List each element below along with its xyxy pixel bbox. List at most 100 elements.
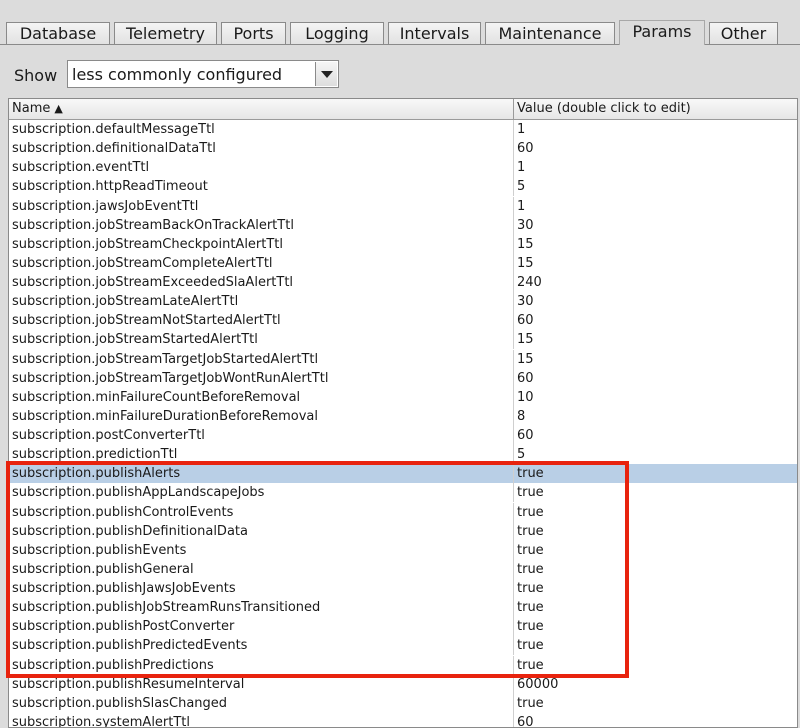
param-value-cell[interactable]: 15 (514, 350, 797, 369)
param-value-cell[interactable]: 15 (514, 330, 797, 349)
param-name-cell: subscription.publishJawsJobEvents (9, 579, 514, 598)
column-header-value[interactable]: Value (double click to edit) (514, 99, 797, 119)
param-name-cell: subscription.publishControlEvents (9, 502, 514, 522)
param-value-cell[interactable]: 1 (514, 120, 797, 139)
param-name-cell: subscription.jobStreamExceededSlaAlertTt… (9, 273, 514, 292)
dropdown-arrow-button[interactable] (315, 62, 337, 86)
param-name-cell: subscription.jobStreamCheckpointAlertTtl (9, 234, 514, 254)
param-value-cell[interactable]: 240 (514, 273, 797, 292)
tab-maintenance[interactable]: Maintenance (485, 22, 615, 44)
column-header-name-label: Name (12, 101, 51, 116)
param-value-cell[interactable]: 15 (514, 235, 797, 254)
param-name-cell: subscription.jobStreamNotStartedAlertTtl (9, 311, 514, 331)
table-row[interactable]: subscription.minFailureCountBeforeRemova… (9, 387, 797, 407)
table-row[interactable]: subscription.jobStreamCompleteAlertTtl 15 (9, 253, 797, 273)
table-row[interactable]: subscription.jobStreamLateAlertTtl 30 (9, 292, 797, 312)
table-row[interactable]: subscription.publishEvents true (9, 540, 797, 560)
param-value-cell[interactable]: 30 (514, 216, 797, 235)
param-value-cell[interactable]: true (514, 483, 797, 502)
table-row[interactable]: subscription.jobStreamTargetJobWontRunAl… (9, 368, 797, 388)
table-row[interactable]: subscription.publishDefinitionalData true (9, 521, 797, 541)
table-row[interactable]: subscription.jobStreamExceededSlaAlertTt… (9, 273, 797, 292)
table-row[interactable]: subscription.jobStreamNotStartedAlertTtl… (9, 311, 797, 331)
table-row[interactable]: subscription.jawsJobEventTtl 1 (9, 196, 797, 216)
param-name-cell: subscription.publishDefinitionalData (9, 521, 514, 541)
param-value-cell[interactable]: true (514, 560, 797, 579)
param-name-cell: subscription.jobStreamStartedAlertTtl (9, 330, 514, 350)
param-value-cell[interactable]: 60 (514, 139, 797, 158)
param-value-cell[interactable]: 8 (514, 407, 797, 426)
param-value-cell[interactable]: true (514, 503, 797, 522)
tab-telemetry[interactable]: Telemetry (114, 22, 217, 44)
param-value-cell[interactable]: true (514, 464, 797, 483)
param-value-cell[interactable]: 60000 (514, 675, 797, 694)
table-row[interactable]: subscription.publishAppLandscapeJobs true (9, 483, 797, 503)
param-value-cell[interactable]: true (514, 579, 797, 598)
tab-params[interactable]: Params (619, 20, 705, 45)
tab-ports[interactable]: Ports (221, 22, 286, 44)
param-name-cell: subscription.systemAlertTtl (9, 712, 514, 727)
param-name-cell: subscription.definitionalDataTtl (9, 139, 514, 159)
param-value-cell[interactable]: 15 (514, 254, 797, 273)
table-row[interactable]: subscription.publishPostConverter true (9, 617, 797, 637)
param-name-cell: subscription.publishAppLandscapeJobs (9, 483, 514, 503)
param-name-cell: subscription.minFailureDurationBeforeRem… (9, 406, 514, 426)
param-value-cell[interactable]: true (514, 522, 797, 541)
table-row[interactable]: subscription.publishResumeInterval 60000 (9, 674, 797, 694)
param-value-cell[interactable]: true (514, 656, 797, 675)
param-value-cell[interactable]: 10 (514, 388, 797, 407)
table-row[interactable]: subscription.jobStreamStartedAlertTtl 15 (9, 330, 797, 350)
param-value-cell[interactable]: true (514, 598, 797, 617)
table-row[interactable]: subscription.publishPredictions true (9, 655, 797, 675)
table-row[interactable]: subscription.eventTtl 1 (9, 158, 797, 178)
table-row[interactable]: subscription.publishAlerts true (9, 464, 797, 484)
param-value-cell[interactable]: true (514, 636, 797, 655)
table-row[interactable]: subscription.publishSlasChanged true (9, 693, 797, 713)
table-row[interactable]: subscription.systemAlertTtl 60 (9, 712, 797, 727)
table-row[interactable]: subscription.publishJobStreamRunsTransit… (9, 598, 797, 618)
table-row[interactable]: subscription.publishGeneral true (9, 559, 797, 579)
param-value-cell[interactable]: true (514, 541, 797, 560)
param-name-cell: subscription.publishResumeInterval (9, 674, 514, 694)
param-value-cell[interactable]: 30 (514, 292, 797, 311)
param-value-cell[interactable]: 60 (514, 426, 797, 445)
table-row[interactable]: subscription.defaultMessageTtl 1 (9, 120, 797, 139)
show-label: Show (14, 66, 58, 85)
table-row[interactable]: subscription.publishJawsJobEvents true (9, 579, 797, 598)
table-row[interactable]: subscription.definitionalDataTtl 60 (9, 139, 797, 159)
table-row[interactable]: subscription.jobStreamCheckpointAlertTtl… (9, 234, 797, 254)
param-value-cell[interactable]: true (514, 694, 797, 713)
show-filter-dropdown[interactable]: less commonly configured (67, 60, 339, 88)
table-row[interactable]: subscription.postConverterTtl 60 (9, 426, 797, 445)
tab-other[interactable]: Other (709, 22, 778, 44)
column-header-name[interactable]: Name ▲ (9, 99, 514, 119)
param-name-cell: subscription.publishPostConverter (9, 617, 514, 637)
param-value-cell[interactable]: 60 (514, 369, 797, 388)
param-name-cell: subscription.predictionTtl (9, 445, 514, 465)
param-name-cell: subscription.httpReadTimeout (9, 177, 514, 197)
tab-intervals[interactable]: Intervals (388, 22, 481, 44)
param-value-cell[interactable]: 1 (514, 197, 797, 216)
table-row[interactable]: subscription.jobStreamTargetJobStartedAl… (9, 349, 797, 369)
table-row[interactable]: subscription.publishControlEvents true (9, 502, 797, 522)
tab-database[interactable]: Database (6, 22, 110, 44)
param-value-cell[interactable]: 60 (514, 713, 797, 727)
tab-bar: Database Telemetry Ports Logging Interva… (0, 0, 800, 45)
param-value-cell[interactable]: true (514, 617, 797, 636)
param-name-cell: subscription.publishJobStreamRunsTransit… (9, 598, 514, 618)
param-value-cell[interactable]: 5 (514, 445, 797, 464)
table-row[interactable]: subscription.predictionTtl 5 (9, 445, 797, 465)
tab-logging[interactable]: Logging (290, 22, 384, 44)
table-row[interactable]: subscription.jobStreamBackOnTrackAlertTt… (9, 215, 797, 235)
param-value-cell[interactable]: 1 (514, 158, 797, 177)
table-row[interactable]: subscription.minFailureDurationBeforeRem… (9, 406, 797, 426)
param-name-cell: subscription.jawsJobEventTtl (9, 196, 514, 216)
param-value-cell[interactable]: 60 (514, 311, 797, 330)
param-name-cell: subscription.publishPredictions (9, 655, 514, 675)
table-row[interactable]: subscription.httpReadTimeout 5 (9, 177, 797, 197)
param-value-cell[interactable]: 5 (514, 177, 797, 196)
settings-window: Database Telemetry Ports Logging Interva… (0, 0, 800, 728)
param-name-cell: subscription.minFailureCountBeforeRemova… (9, 387, 514, 407)
param-name-cell: subscription.defaultMessageTtl (9, 120, 514, 139)
table-row[interactable]: subscription.publishPredictedEvents true (9, 636, 797, 656)
